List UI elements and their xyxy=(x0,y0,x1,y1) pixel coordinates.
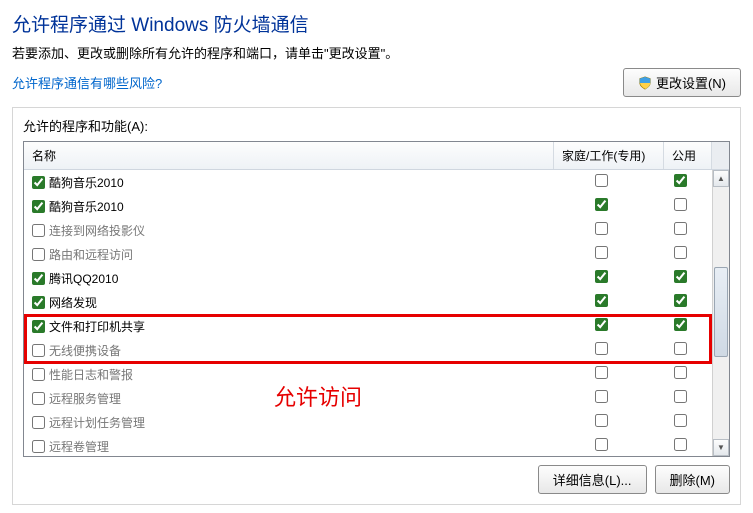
table-row[interactable]: 远程卷管理 xyxy=(24,434,729,456)
row-enable-checkbox[interactable] xyxy=(32,416,45,429)
table-row[interactable]: 腾讯QQ2010 xyxy=(24,266,729,290)
allowed-programs-frame: 允许的程序和功能(A): 名称 家庭/工作(专用) 公用 酷狗音乐2010酷狗音… xyxy=(12,107,741,505)
row-name-label: 酷狗音乐2010 xyxy=(49,174,124,191)
list-body: 酷狗音乐2010 酷狗音乐2010 连接到网络投影仪路由和远程访问腾讯QQ2010 网… xyxy=(24,170,729,456)
programs-list: 名称 家庭/工作(专用) 公用 酷狗音乐2010 酷狗音乐2010 连接到网络投影仪… xyxy=(23,141,730,457)
row-name-label: 远程计划任务管理 xyxy=(49,414,145,431)
row-public-checkbox[interactable] xyxy=(674,174,687,187)
row-home-checkbox[interactable] xyxy=(595,390,608,403)
row-name-label: 网络发现 xyxy=(49,294,97,311)
table-row[interactable]: 连接到网络投影仪 xyxy=(24,218,729,242)
column-header-public[interactable]: 公用 xyxy=(664,142,712,169)
row-name-label: 路由和远程访问 xyxy=(49,246,133,263)
row-public-checkbox[interactable] xyxy=(674,342,687,355)
table-row[interactable]: 远程计划任务管理 xyxy=(24,410,729,434)
row-home-checkbox[interactable] xyxy=(595,366,608,379)
page-title: 允许程序通过 Windows 防火墙通信 xyxy=(12,10,741,37)
row-name-label: 远程服务管理 xyxy=(49,390,121,407)
scroll-down-button[interactable]: ▼ xyxy=(713,439,729,456)
row-public-checkbox[interactable] xyxy=(674,414,687,427)
table-row[interactable]: 路由和远程访问 xyxy=(24,242,729,266)
page-subtitle: 若要添加、更改或删除所有允许的程序和端口，请单击"更改设置"。 xyxy=(12,43,741,62)
row-enable-checkbox[interactable] xyxy=(32,248,45,261)
row-enable-checkbox[interactable] xyxy=(32,296,45,309)
row-enable-checkbox[interactable] xyxy=(32,320,45,333)
row-enable-checkbox[interactable] xyxy=(32,440,45,453)
table-row[interactable]: 网络发现 xyxy=(24,290,729,314)
delete-button[interactable]: 删除(M) xyxy=(655,465,731,494)
row-enable-checkbox[interactable] xyxy=(32,176,45,189)
row-public-checkbox[interactable] xyxy=(674,270,687,283)
row-name-label: 腾讯QQ2010 xyxy=(49,270,118,287)
risk-link[interactable]: 允许程序通信有哪些风险? xyxy=(12,73,162,92)
row-public-checkbox[interactable] xyxy=(674,294,687,307)
row-enable-checkbox[interactable] xyxy=(32,392,45,405)
row-home-checkbox[interactable] xyxy=(595,318,608,331)
row-name-label: 无线便携设备 xyxy=(49,342,121,359)
row-home-checkbox[interactable] xyxy=(595,414,608,427)
row-name-label: 远程卷管理 xyxy=(49,438,109,455)
row-enable-checkbox[interactable] xyxy=(32,344,45,357)
scroll-track[interactable] xyxy=(713,187,729,439)
row-name-label: 连接到网络投影仪 xyxy=(49,222,145,239)
scrollbar[interactable]: ▲ ▼ xyxy=(712,170,729,456)
row-enable-checkbox[interactable] xyxy=(32,200,45,213)
row-public-checkbox[interactable] xyxy=(674,438,687,451)
shield-icon xyxy=(638,76,652,90)
row-home-checkbox[interactable] xyxy=(595,222,608,235)
row-public-checkbox[interactable] xyxy=(674,366,687,379)
row-home-checkbox[interactable] xyxy=(595,198,608,211)
row-public-checkbox[interactable] xyxy=(674,390,687,403)
list-header: 名称 家庭/工作(专用) 公用 xyxy=(24,142,729,170)
row-public-checkbox[interactable] xyxy=(674,246,687,259)
row-name-label: 性能日志和警报 xyxy=(49,366,133,383)
row-home-checkbox[interactable] xyxy=(595,246,608,259)
change-settings-label: 更改设置(N) xyxy=(656,73,726,92)
row-enable-checkbox[interactable] xyxy=(32,368,45,381)
row-enable-checkbox[interactable] xyxy=(32,272,45,285)
change-settings-button[interactable]: 更改设置(N) xyxy=(623,68,741,97)
table-row[interactable]: 无线便携设备 xyxy=(24,338,729,362)
table-row[interactable]: 文件和打印机共享 xyxy=(24,314,729,338)
column-header-scroll-spacer xyxy=(712,142,729,169)
row-home-checkbox[interactable] xyxy=(595,174,608,187)
row-public-checkbox[interactable] xyxy=(674,318,687,331)
table-row[interactable]: 酷狗音乐2010 xyxy=(24,194,729,218)
details-button[interactable]: 详细信息(L)... xyxy=(538,465,647,494)
row-home-checkbox[interactable] xyxy=(595,342,608,355)
row-name-label: 酷狗音乐2010 xyxy=(49,198,124,215)
row-home-checkbox[interactable] xyxy=(595,438,608,451)
row-home-checkbox[interactable] xyxy=(595,270,608,283)
table-row[interactable]: 远程服务管理 xyxy=(24,386,729,410)
column-header-name[interactable]: 名称 xyxy=(24,142,554,169)
scroll-thumb[interactable] xyxy=(714,267,728,357)
table-row[interactable]: 酷狗音乐2010 xyxy=(24,170,729,194)
scroll-up-button[interactable]: ▲ xyxy=(713,170,729,187)
column-header-home[interactable]: 家庭/工作(专用) xyxy=(554,142,664,169)
row-public-checkbox[interactable] xyxy=(674,198,687,211)
row-enable-checkbox[interactable] xyxy=(32,224,45,237)
frame-label: 允许的程序和功能(A): xyxy=(23,116,730,135)
row-home-checkbox[interactable] xyxy=(595,294,608,307)
row-public-checkbox[interactable] xyxy=(674,222,687,235)
table-row[interactable]: 性能日志和警报 xyxy=(24,362,729,386)
row-name-label: 文件和打印机共享 xyxy=(49,318,145,335)
